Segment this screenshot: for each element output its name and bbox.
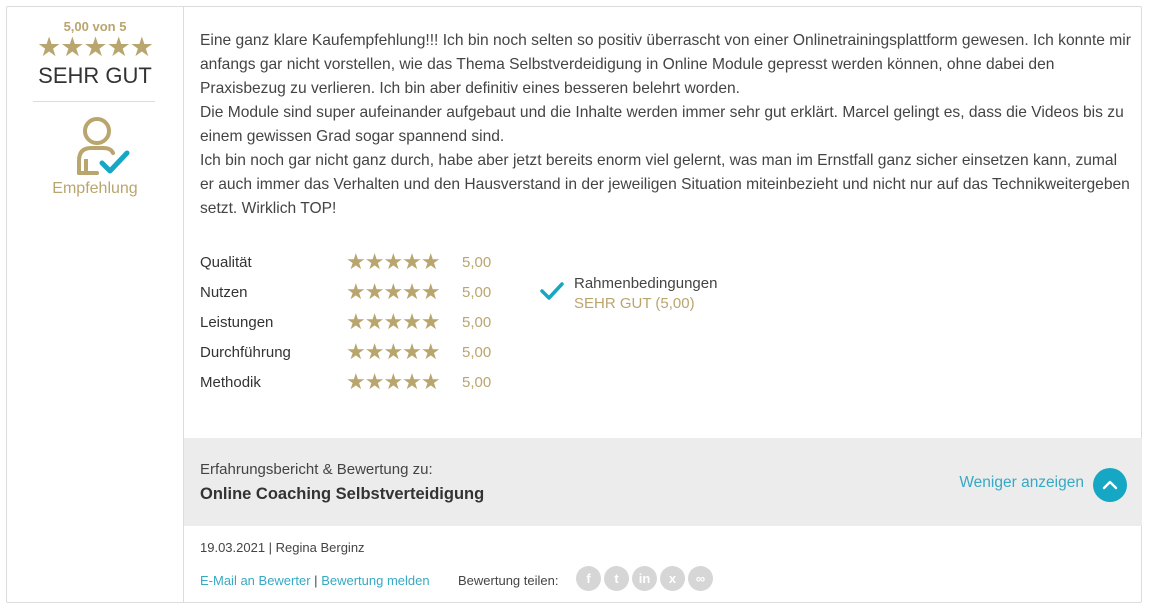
xing-icon[interactable]: x (660, 566, 685, 591)
link-icon[interactable]: ∞ (688, 566, 713, 591)
review-paragraph: Eine ganz klare Kaufempfehlung!!! Ich bi… (200, 32, 1131, 97)
conditions-value: SEHR GUT (5,00) (574, 295, 695, 312)
recommendation-label: Empfehlung (52, 180, 138, 197)
course-panel: Erfahrungsbericht & Bewertung zu: Online… (184, 438, 1142, 526)
review-meta: 19.03.2021 | Regina Berginz (200, 540, 365, 555)
review-summary: 5,00 von 5 ★★★★★ SEHR GUT Empfehlung (7, 7, 184, 602)
rating-row-methodik: Methodik ★★★★★ 5,00 (200, 369, 520, 403)
overall-stars: ★★★★★ (36, 32, 154, 62)
share-label: Bewertung teilen: (458, 573, 559, 588)
rating-label: Durchführung (200, 344, 291, 361)
email-reviewer-link[interactable]: E-Mail an Bewerter (200, 573, 311, 588)
course-name: Online Coaching Selbstverteidigung (200, 485, 485, 503)
linkedin-icon[interactable]: in (632, 566, 657, 591)
review-paragraph: Die Module sind super aufeinander aufgeb… (200, 104, 1124, 145)
rating-stars: ★★★★★ (346, 249, 441, 274)
rating-value: 5,00 (462, 374, 492, 391)
rating-label: Qualität (200, 254, 252, 271)
show-less-button[interactable] (1093, 468, 1127, 502)
review-card: 5,00 von 5 ★★★★★ SEHR GUT Empfehlung Ein… (6, 6, 1142, 603)
rating-value: 5,00 (462, 344, 492, 361)
report-review-link[interactable]: Bewertung melden (321, 573, 429, 588)
chevron-up-icon (1102, 480, 1118, 490)
share-icons: f t in x ∞ (576, 566, 716, 592)
twitter-icon[interactable]: t (604, 566, 629, 591)
conditions-title: Rahmenbedingungen (574, 275, 718, 292)
review-paragraph: Ich bin noch gar nicht ganz durch, habe … (200, 152, 1130, 217)
rating-stars: ★★★★★ (346, 369, 441, 394)
rating-value: 5,00 (462, 314, 492, 331)
rating-label: Leistungen (200, 314, 274, 331)
rating-list: Qualität ★★★★★ 5,00 Nutzen ★★★★★ 5,00 Le… (200, 249, 520, 403)
rating-stars: ★★★★★ (346, 339, 441, 364)
overall-label: SEHR GUT (38, 63, 152, 88)
facebook-icon[interactable]: f (576, 566, 601, 591)
rating-stars: ★★★★★ (346, 309, 441, 334)
review-footer: E-Mail an Bewerter | Bewertung melden Be… (200, 566, 760, 597)
show-less-link[interactable]: Weniger anzeigen (959, 474, 1084, 492)
recommendation-user-check-icon (75, 115, 133, 179)
rating-value: 5,00 (462, 284, 492, 301)
rating-value: 5,00 (462, 254, 492, 271)
rating-label: Nutzen (200, 284, 248, 301)
divider (33, 101, 155, 102)
course-prefix: Erfahrungsbericht & Bewertung zu: (200, 461, 433, 478)
check-icon (539, 280, 565, 302)
review-text: Eine ganz klare Kaufempfehlung!!! Ich bi… (200, 29, 1135, 221)
footer-separator: | (314, 573, 318, 588)
rating-stars: ★★★★★ (346, 279, 441, 304)
rating-label: Methodik (200, 374, 261, 391)
